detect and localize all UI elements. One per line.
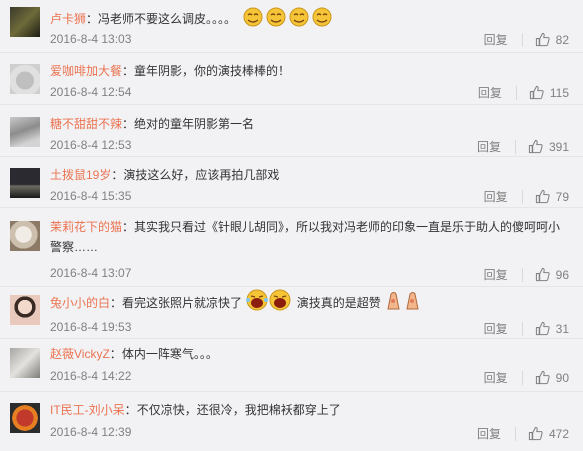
commenter-name[interactable]: 卢卡狮	[50, 12, 86, 26]
thumbs-up-icon	[528, 426, 543, 441]
reply-button[interactable]: 回复	[484, 320, 508, 337]
like-button[interactable]: 79	[535, 189, 569, 204]
commenter-name[interactable]: 兔小小的白	[50, 296, 110, 310]
like-button[interactable]: 472	[528, 426, 569, 441]
comment-text: 童年阴影，你的演技棒棒的！	[134, 64, 291, 78]
comment-text-2: 演技真的是超赞	[296, 296, 381, 311]
avatar[interactable]	[10, 221, 40, 251]
commenter-name[interactable]: IT民工-刘小呆	[50, 403, 125, 417]
like-count: 90	[555, 370, 569, 385]
comment-text: 绝对的童年阴影第一名	[134, 117, 255, 131]
commenter-name[interactable]: 土拨鼠19岁	[50, 168, 111, 182]
like-count: 115	[549, 85, 569, 100]
like-button[interactable]: 82	[535, 32, 569, 47]
avatar[interactable]	[10, 295, 40, 325]
avatar[interactable]	[10, 7, 40, 37]
avatar[interactable]	[10, 403, 40, 433]
timestamp: 2016-8-4 13:03	[50, 32, 132, 46]
like-button[interactable]: 115	[529, 85, 569, 100]
avatar[interactable]	[10, 348, 40, 378]
like-button[interactable]: 96	[535, 267, 569, 282]
thumbs-up-icon	[535, 370, 550, 385]
praying-hands-emoji-icon	[385, 289, 425, 319]
comment-item: 卢卡狮：冯老师不要这么调皮。。。。 2016-8-4 13:03 回复 82	[0, 0, 583, 53]
reply-button[interactable]: 回复	[484, 31, 508, 48]
avatar[interactable]	[10, 117, 40, 147]
thumbs-up-icon	[535, 32, 550, 47]
reply-button[interactable]: 回复	[484, 369, 508, 386]
comment-text: 看完这张照片就凉快了	[122, 296, 243, 311]
commenter-name[interactable]: 糖不甜甜不辣	[50, 117, 122, 131]
thumbs-up-icon	[535, 267, 550, 282]
thumbs-up-icon	[535, 321, 550, 336]
like-count: 82	[555, 32, 569, 47]
thumbs-up-icon	[535, 189, 550, 204]
comment-text: 冯老师不要这么调皮。。。。	[98, 12, 237, 27]
commenter-name[interactable]: 赵薇VickyZ	[50, 347, 110, 361]
comment-item: 兔小小的白：看完这张照片就凉快了 演技真的是超赞 2016-8-4 19:53 …	[0, 287, 583, 339]
like-button[interactable]: 391	[528, 139, 569, 154]
reply-button[interactable]: 回复	[477, 138, 501, 155]
grin-emoji-icon	[242, 6, 334, 34]
timestamp: 2016-8-4 14:22	[50, 369, 132, 383]
comment-text: 不仅凉快，还很冷，我把棉袄都穿上了	[136, 403, 341, 417]
comment-text: 演技这么好，应该再拍几部戏	[123, 168, 280, 182]
avatar[interactable]	[10, 64, 40, 94]
comment-item: 爱咖啡加大餐：童年阴影，你的演技棒棒的！ 2016-8-4 12:54 回复 1…	[0, 53, 583, 105]
timestamp: 2016-8-4 15:35	[50, 189, 132, 203]
reply-button[interactable]: 回复	[477, 425, 501, 442]
thumbs-up-icon	[529, 85, 544, 100]
like-count: 391	[548, 139, 569, 154]
commenter-name[interactable]: 茉莉花下的猫	[50, 220, 122, 234]
comment-item: 土拨鼠19岁：演技这么好，应该再拍几部戏 2016-8-4 15:35 回复 7…	[0, 157, 583, 208]
like-button[interactable]: 90	[535, 370, 569, 385]
reply-button[interactable]: 回复	[484, 188, 508, 205]
comment-text: 体内一阵寒气。。。	[121, 347, 218, 361]
timestamp: 2016-8-4 13:07	[50, 266, 132, 280]
commenter-name[interactable]: 爱咖啡加大餐	[50, 64, 122, 78]
like-count: 96	[555, 267, 569, 282]
timestamp: 2016-8-4 12:39	[50, 425, 132, 439]
timestamp: 2016-8-4 12:53	[50, 138, 132, 152]
like-count: 472	[548, 426, 569, 441]
timestamp: 2016-8-4 19:53	[50, 320, 132, 334]
like-count: 79	[555, 189, 569, 204]
comment-item: 茉莉花下的猫：其实我只看过《针眼儿胡同》，所以我对冯老师的印象一直是乐于助人的傻…	[0, 208, 583, 287]
comment-item: 糖不甜甜不辣：绝对的童年阴影第一名 2016-8-4 12:53 回复 391	[0, 105, 583, 157]
reply-button[interactable]: 回复	[484, 266, 508, 283]
timestamp: 2016-8-4 12:54	[50, 85, 132, 99]
thumbs-up-icon	[528, 139, 543, 154]
avatar[interactable]	[10, 168, 40, 198]
reply-button[interactable]: 回复	[478, 84, 502, 101]
like-button[interactable]: 31	[535, 321, 569, 336]
comment-item: 赵薇VickyZ：体内一阵寒气。。。 2016-8-4 14:22 回复 90	[0, 339, 583, 392]
laughing-crying-emoji-icon	[246, 289, 292, 319]
comment-list: 卢卡狮：冯老师不要这么调皮。。。。 2016-8-4 13:03 回复 82 爱…	[0, 0, 583, 451]
like-count: 31	[555, 321, 569, 336]
comment-item: IT民工-刘小呆：不仅凉快，还很冷，我把棉袄都穿上了 2016-8-4 12:3…	[0, 392, 583, 450]
